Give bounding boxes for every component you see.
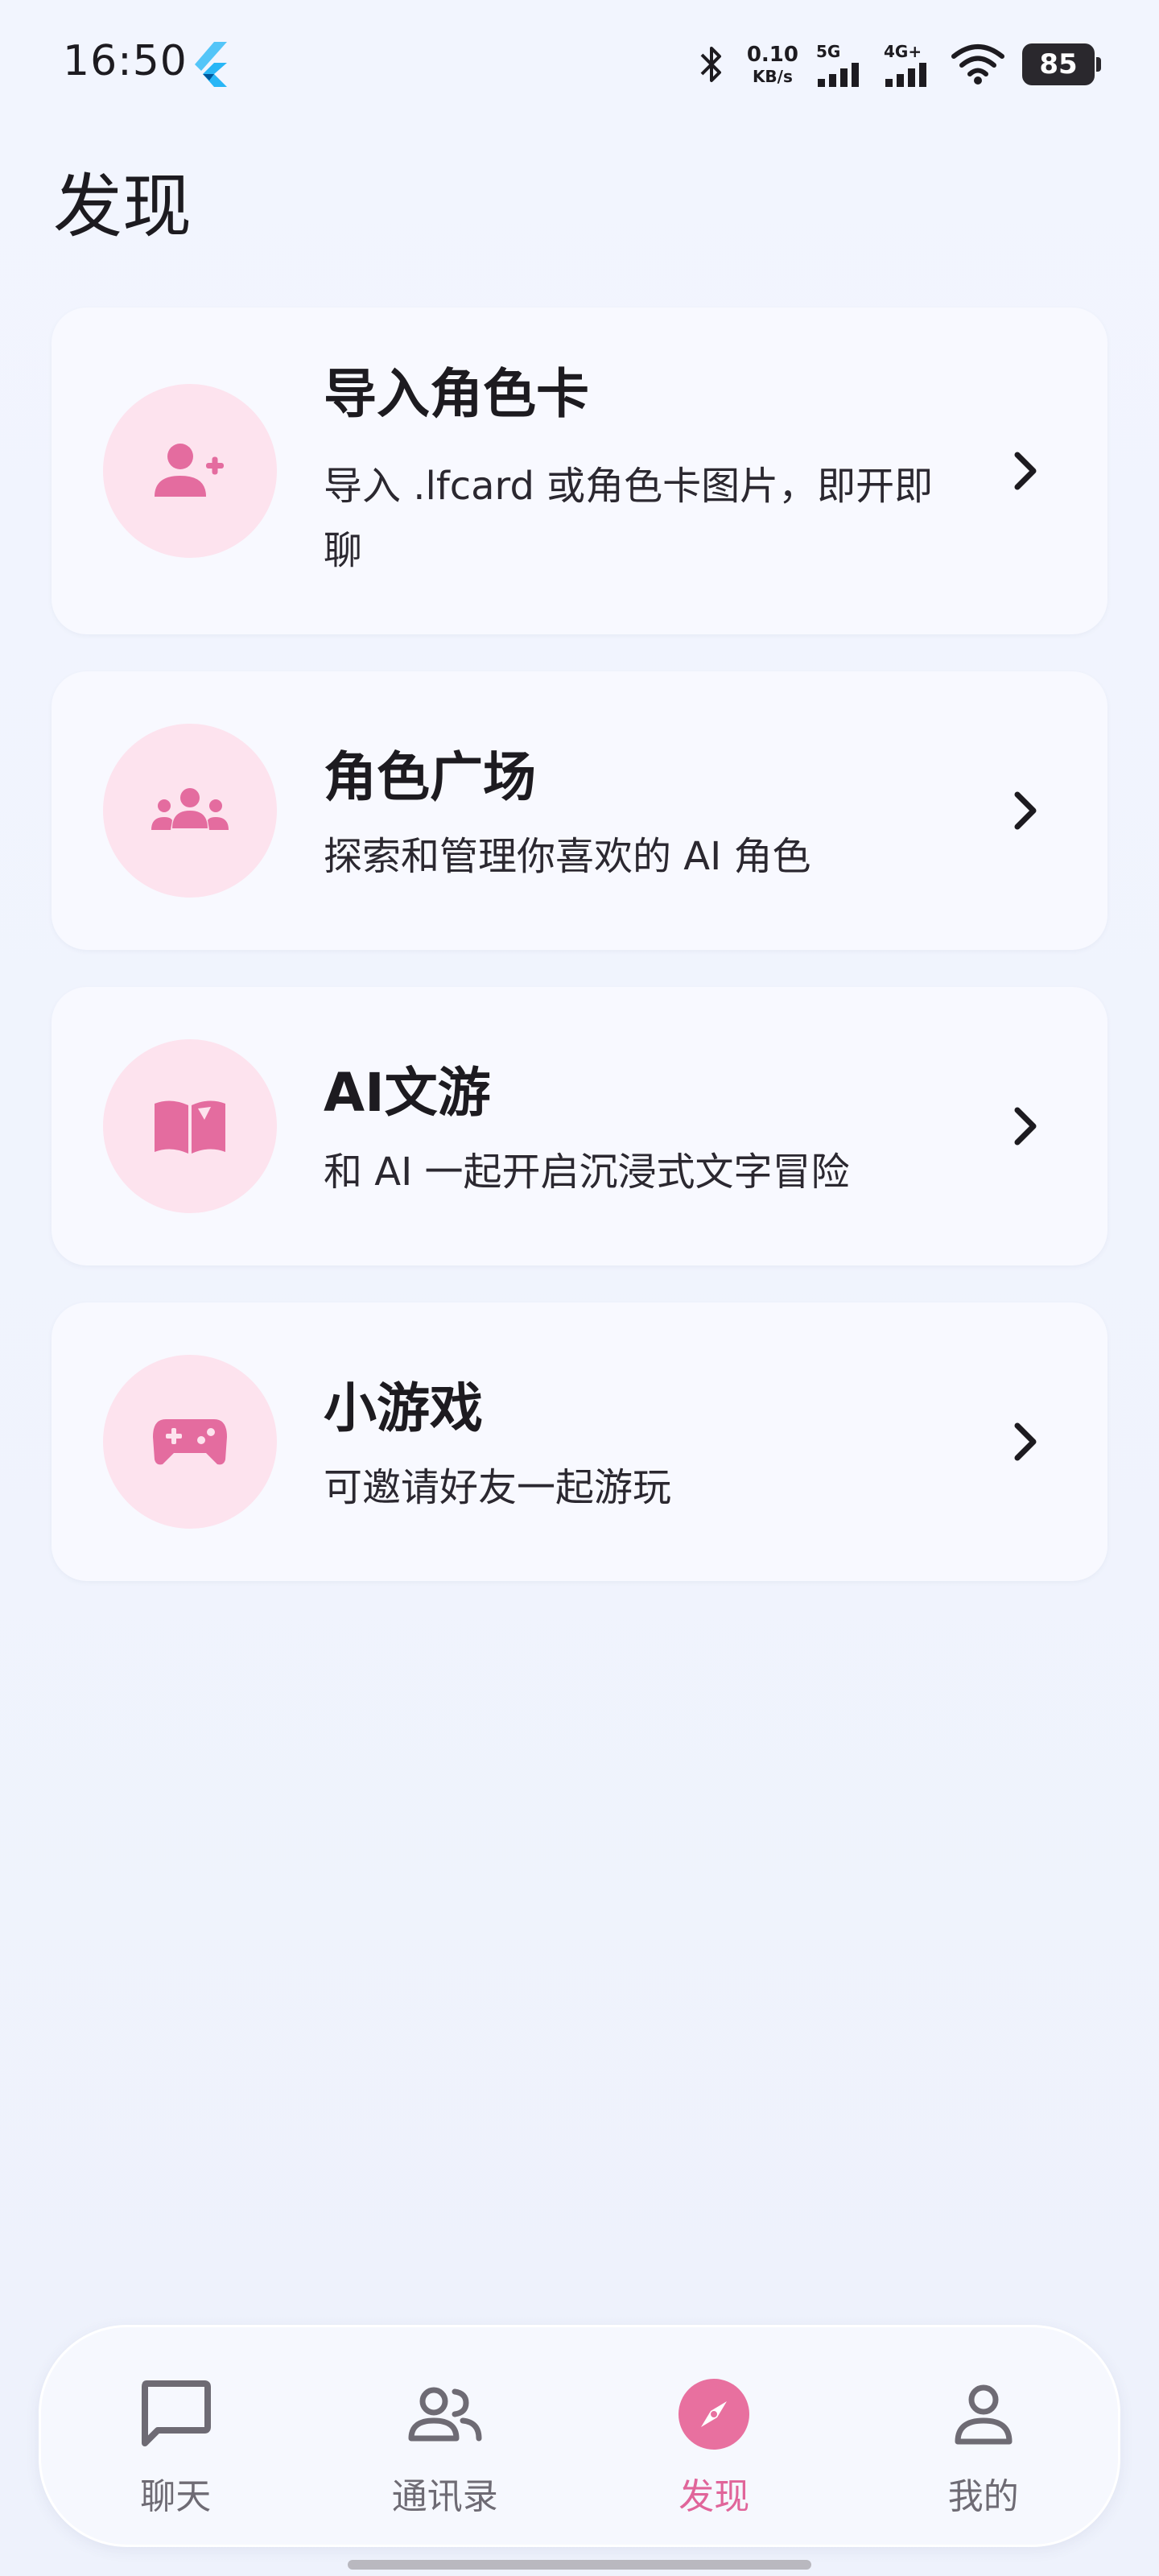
contacts-icon [405,2374,485,2454]
status-icons: 0.10 KB/s 5G 4G+ 85 [694,37,1101,92]
chat-bubble-icon [135,2374,216,2454]
chevron-right-icon [1014,452,1037,490]
bluetooth-icon [700,47,721,82]
card-character-square[interactable]: 角色广场 探索和管理你喜欢的 AI 角色 [52,671,1107,950]
card-title: 导入角色卡 [324,363,589,425]
nav-label: 发现 [678,2476,750,2517]
person-add-icon [155,444,224,497]
card-title: 小游戏 [324,1377,483,1439]
signal-5g-label: 5G [816,42,841,61]
nav-label: 聊天 [140,2476,212,2517]
discover-screen: 16:50 0.10 KB/s 5G 4G+ 85 发现 导入角色卡 导入 .l… [0,0,1159,2576]
flutter-icon [195,42,227,87]
network-speed: 0.10 KB/s [747,44,798,85]
book-icon [155,1100,225,1154]
card-icon-container [103,724,277,898]
chevron-right-icon [1014,1107,1037,1146]
card-import-character[interactable]: 导入角色卡 导入 .lfcard 或角色卡图片，即开即聊 [52,308,1107,634]
nav-item-me[interactable]: 我的 [849,2327,1119,2545]
card-icon-container [103,1039,277,1213]
gamepad-icon [153,1419,227,1465]
card-description: 探索和管理你喜欢的 AI 角色 [324,834,811,879]
card-title: 角色广场 [324,746,536,808]
compass-icon [674,2374,754,2454]
card-ai-text-adventure[interactable]: AI文游 和 AI 一起开启沉浸式文字冒险 [52,987,1107,1265]
nav-item-chat[interactable]: 聊天 [41,2327,311,2545]
card-icon-container [103,1355,277,1529]
nav-label: 我的 [947,2476,1019,2517]
signal-bars-icon [885,63,926,87]
network-speed-unit: KB/s [752,67,793,86]
status-time: 16:50 [63,37,188,85]
card-description: 导入 .lfcard 或角色卡图片，即开即聊 [324,464,934,573]
signal-4g: 4G+ [884,42,934,87]
bottom-navigation: 聊天 通讯录 发现 我的 [39,2325,1120,2547]
battery-indicator: 85 [1022,43,1101,85]
signal-5g: 5G [816,42,866,87]
home-indicator[interactable] [348,2560,811,2570]
signal-bars-icon [818,63,859,87]
card-mini-games[interactable]: 小游戏 可邀请好友一起游玩 [52,1302,1107,1581]
page-title: 发现 [53,167,192,247]
chevron-right-icon [1014,791,1037,830]
groups-icon [151,788,229,830]
nav-label: 通讯录 [391,2476,498,2517]
nav-item-discover[interactable]: 发现 [580,2327,849,2545]
nav-item-contacts[interactable]: 通讯录 [311,2327,580,2545]
signal-4g-label: 4G+ [884,42,922,61]
status-bar: 16:50 0.10 KB/s 5G 4G+ 85 [0,0,1159,129]
card-description: 和 AI 一起开启沉浸式文字冒险 [324,1150,850,1195]
card-description: 可邀请好友一起游玩 [324,1465,672,1510]
network-speed-value: 0.10 [746,43,798,67]
wifi-icon [951,44,1004,85]
chevron-right-icon [1014,1422,1037,1461]
card-icon-container [103,384,277,558]
person-icon [943,2374,1024,2454]
card-title: AI文游 [324,1062,491,1124]
